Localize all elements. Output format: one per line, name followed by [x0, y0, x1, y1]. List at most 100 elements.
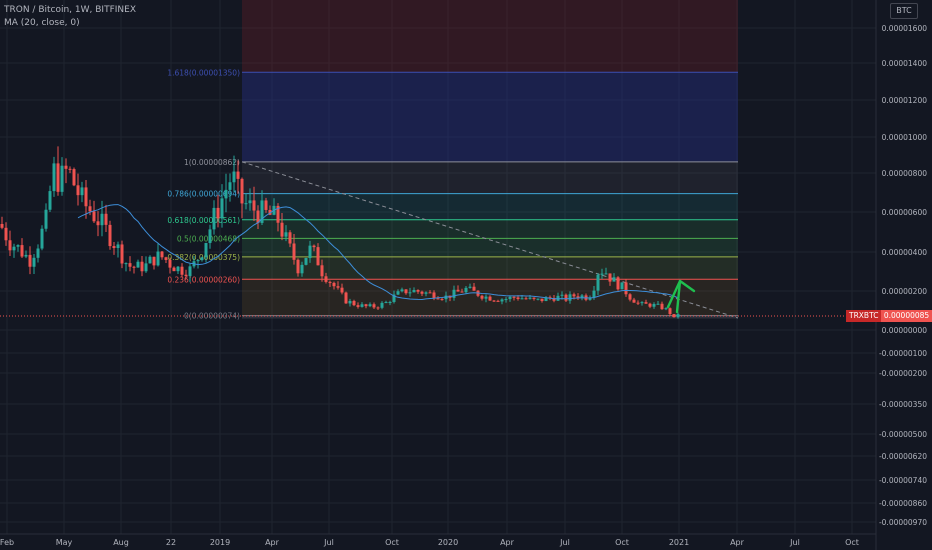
candle-body	[428, 292, 432, 294]
candle-body	[128, 263, 132, 267]
candle-body	[176, 266, 180, 272]
candle-body	[224, 189, 228, 199]
candle-body	[452, 289, 456, 298]
candle-body	[560, 294, 564, 296]
candle-body	[200, 257, 204, 261]
candle-body	[172, 267, 176, 272]
currency-badge[interactable]: BTC	[890, 3, 918, 19]
candle-body	[672, 314, 676, 318]
x-tick-label-13: Apr	[730, 538, 745, 547]
candle-body	[140, 261, 144, 272]
candle-body	[404, 289, 408, 294]
candle-39	[156, 243, 160, 267]
candle-body	[284, 232, 288, 237]
candle-body	[356, 305, 360, 307]
candle-body	[396, 291, 400, 295]
candle-body	[44, 209, 48, 229]
y-tick-label-14: -0.00000740	[879, 476, 927, 485]
candle-body	[20, 245, 24, 257]
candle-body	[352, 300, 356, 306]
candle-168	[672, 314, 676, 318]
x-tick-label-0: Feb	[0, 538, 14, 547]
candle-36	[144, 256, 148, 273]
y-tick-label-7: 0.00000200	[882, 287, 928, 296]
candle-body	[164, 257, 168, 260]
candle-body	[320, 265, 324, 277]
candle-body	[640, 302, 644, 304]
y-tick-label-5: 0.00000600	[882, 208, 928, 217]
candle-76	[304, 257, 308, 266]
candle-body	[240, 178, 244, 204]
candle-body	[528, 297, 532, 299]
candle-52	[208, 224, 212, 249]
y-tick-label-3: 0.00001000	[882, 133, 928, 142]
candle-body	[4, 227, 8, 241]
x-tick-label-7: Oct	[385, 538, 399, 547]
candle-body	[288, 232, 292, 244]
candle-body	[220, 198, 224, 219]
candle-body	[628, 294, 632, 300]
candle-41	[164, 256, 168, 263]
candle-body	[152, 256, 156, 266]
candle-body	[16, 245, 20, 247]
indicator-label[interactable]: MA (20, close, 0)	[4, 18, 80, 28]
candle-body	[56, 163, 60, 192]
candle-body	[208, 229, 212, 244]
candle-body	[132, 266, 136, 268]
candle-body	[384, 302, 388, 304]
candle-28	[112, 241, 116, 255]
candle-20	[80, 181, 84, 203]
candle-body	[500, 299, 504, 302]
candle-body	[636, 302, 640, 304]
x-tick-label-2: Aug	[113, 538, 129, 547]
candle-body	[232, 171, 236, 183]
candle-body	[496, 300, 500, 302]
candle-14	[56, 146, 60, 196]
y-tick-label-4: 0.00000800	[882, 169, 928, 178]
candle-44	[176, 266, 180, 275]
candle-body	[32, 257, 36, 267]
candle-body	[156, 251, 160, 266]
candle-155	[620, 282, 624, 290]
price-tag-symbol: TRXBTC	[846, 310, 882, 322]
candle-body	[504, 299, 508, 301]
candle-body	[92, 211, 96, 222]
candle-body	[8, 240, 12, 251]
candle-40	[160, 251, 164, 260]
candle-15	[60, 157, 64, 196]
candle-body	[480, 295, 484, 299]
candle-body	[656, 303, 660, 305]
y-tick-label-13: -0.00000620	[879, 452, 927, 461]
candle-18	[72, 167, 76, 187]
candle-body	[564, 294, 568, 301]
candle-body	[188, 266, 192, 277]
candle-body	[596, 274, 600, 291]
candle-154	[616, 276, 620, 291]
candle-26	[104, 204, 108, 232]
price-chart[interactable]: 1.618(0.00001350) 1(0.00000862) 0.786(0.00…	[0, 0, 932, 550]
candle-16	[64, 158, 68, 184]
y-tick-label-11: -0.00000350	[879, 400, 927, 409]
candle-body	[336, 286, 340, 288]
candle-body	[28, 254, 32, 267]
candle-body	[516, 297, 520, 300]
candle-body	[252, 200, 256, 211]
candle-body	[116, 244, 120, 249]
x-tick-label-15: Oct	[845, 538, 859, 547]
candle-body	[280, 222, 284, 237]
fib-retracement[interactable]: 1.618(0.00001350) 1(0.00000862) 0.786(0.00…	[167, 0, 738, 321]
candle-body	[432, 292, 436, 299]
fib-zone-5	[242, 238, 738, 257]
candle-31	[124, 262, 128, 272]
candle-13	[52, 156, 56, 197]
y-tick-label-8: 0.00000000	[882, 326, 928, 335]
candle-body	[608, 273, 612, 282]
candle-body	[604, 273, 608, 275]
candle-body	[112, 246, 116, 249]
candle-body	[244, 203, 248, 205]
candle-body	[408, 292, 412, 294]
symbol-title[interactable]: TRON / Bitcoin, 1W, BITFINEX	[4, 5, 136, 15]
fib-zone-6	[242, 256, 738, 280]
y-tick-label-1: 0.00001400	[882, 59, 928, 68]
candle-33	[132, 265, 136, 274]
